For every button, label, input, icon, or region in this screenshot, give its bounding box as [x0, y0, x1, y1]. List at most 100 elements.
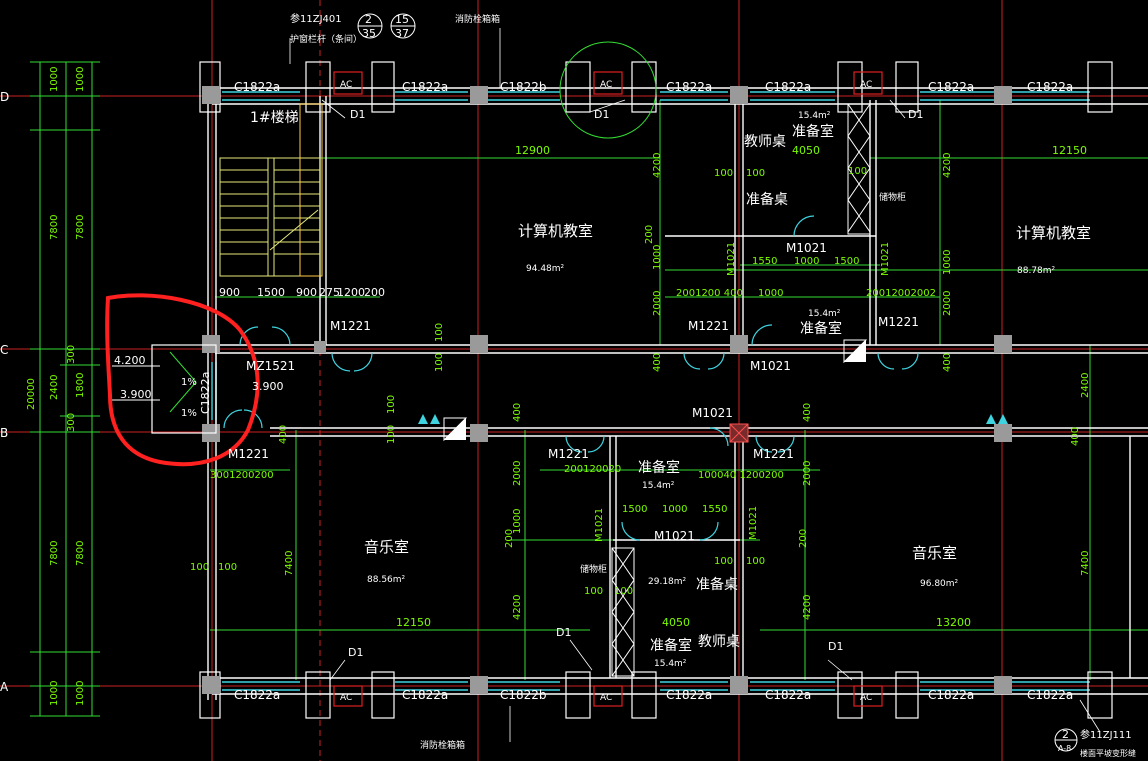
dim-left-1000c: 1000: [49, 681, 60, 706]
dim-4200-top-r: 4200: [942, 153, 953, 178]
window-top-1: C1822a: [234, 80, 280, 94]
room-music2-area: 96.80m²: [920, 579, 959, 589]
dim-left-7800d: 7800: [75, 541, 86, 566]
room-prep-b1-area: 15.4m²: [642, 481, 675, 491]
dim-d200120020: 200120020: [564, 464, 621, 475]
door-m1221-6: M1221: [228, 447, 269, 461]
elev-3900: 3.900: [120, 388, 152, 401]
stair-dim-2: 1500: [257, 286, 285, 299]
room-prep-b3-area: 15.4m²: [654, 659, 687, 669]
dim-left-300-bot: 300: [66, 413, 77, 432]
dim-left-1800: 1800: [75, 373, 86, 398]
dim-1500-a: 1500: [834, 256, 859, 267]
door-m1021-3: M1021: [692, 406, 733, 420]
dim-m1021-vert-d: M1021: [748, 506, 759, 540]
d1-label-1: D1: [350, 108, 365, 121]
highlight-window: C1822a: [199, 372, 212, 414]
dim-left-20000: 20000: [26, 378, 37, 410]
room-comp2-area: 88.78m²: [1017, 266, 1056, 276]
ac-label-2: AC: [600, 80, 612, 90]
door-m1021-1: M1021: [786, 241, 827, 255]
dim-100-b: 100: [848, 166, 867, 177]
dim-12150-top: 12150: [1052, 144, 1087, 157]
slope-2: 1%: [181, 408, 197, 419]
dim-7400-b: 7400: [1080, 551, 1091, 576]
stair-dim-3: 900: [296, 286, 317, 299]
cabinet-top: 储物柜: [879, 191, 906, 203]
dim-200-c: 200: [798, 529, 809, 548]
dim-400-f: 400: [278, 425, 289, 444]
d1-label-4: D1: [348, 646, 363, 659]
dim-left-7800c: 7800: [49, 541, 60, 566]
d1-label-3: D1: [908, 108, 923, 121]
door-m1021-2: M1021: [750, 359, 791, 373]
cabinet-bottom: 储物柜: [580, 563, 607, 575]
dim-400-b: 400: [942, 353, 953, 372]
dim-1550-b: 1550: [702, 504, 727, 515]
stair-dim-6: 200: [364, 286, 385, 299]
axis-d: D: [0, 90, 9, 104]
footer-note: 楼面平坡变形缝: [1080, 748, 1136, 758]
dim-400-c: 400: [512, 403, 523, 422]
dim-left-7800a: 7800: [49, 215, 60, 240]
footer-circle-sub: A-8: [1058, 744, 1071, 753]
dim-1000-b2: 1000: [662, 504, 687, 515]
dim-100-i: 100: [746, 168, 765, 179]
dim-100-g: 100: [584, 586, 603, 597]
axis-c: C: [0, 343, 8, 357]
dim-100-f: 100: [746, 556, 765, 567]
stair-dim-1: 900: [219, 286, 240, 299]
dim-100-vert-c: 100: [434, 323, 445, 342]
window-bot-7: C1822a: [1027, 688, 1073, 702]
ac-label-4: AC: [340, 693, 352, 703]
prep-desk-bottom: 准备桌: [696, 576, 738, 593]
dim-1000-a: 1000: [652, 245, 663, 270]
ac-label-5: AC: [600, 693, 612, 703]
door-m1221-5: M1221: [753, 447, 794, 461]
door-mz1521: MZ1521: [246, 359, 295, 373]
room-prep-b2-area: 29.18m²: [648, 577, 687, 587]
dim-1550-a: 1550: [752, 256, 777, 267]
room-comp1-area: 94.48m²: [526, 264, 565, 274]
dim-2000-a: 2000: [652, 291, 663, 316]
door-m1021-4: M1021: [654, 529, 695, 543]
ref-circle-a-sub: 35: [362, 27, 376, 40]
dim-left-7800b: 7800: [75, 215, 86, 240]
window-top-4: C1822a: [666, 80, 712, 94]
dim-d2001200-a: 2001200 400: [676, 288, 743, 299]
dim-2000-d: 2000: [802, 461, 813, 486]
ref-code-top: 参11ZJ401: [290, 12, 342, 25]
stair-label: 1#楼梯: [250, 110, 299, 126]
window-bot-6: C1822a: [928, 688, 974, 702]
dim-12900: 12900: [515, 144, 550, 157]
door-m1221-2: M1221: [688, 319, 729, 333]
dim-2000-b: 2000: [942, 291, 953, 316]
dim-d100040: 100040 1200200: [698, 470, 784, 481]
room-prep-mid-area: 15.4m²: [808, 309, 841, 319]
d1-label-6: D1: [828, 640, 843, 653]
dim-1000-b: 1000: [942, 250, 953, 275]
dim-100-vert-b: 100: [386, 425, 397, 444]
prep-desk-top: 准备桌: [746, 191, 788, 208]
dim-d2001200-b: 20012002002: [866, 288, 936, 299]
dim-100-a: 100: [714, 168, 733, 179]
slope-1: 1%: [181, 377, 197, 388]
door-m1221-1: M1221: [330, 319, 371, 333]
axis-a: A: [0, 680, 9, 694]
window-bot-3: C1822b: [500, 688, 547, 702]
window-top-7: C1822a: [1027, 80, 1073, 94]
door-m1221-3: M1221: [878, 315, 919, 329]
dim-4200-bot: 4200: [512, 595, 523, 620]
elev-3900-right: 3.900: [252, 380, 284, 393]
dim-100-vert-d: 100: [386, 395, 397, 414]
dim-100-vert-a: 100: [434, 353, 445, 372]
room-music1-name: 音乐室: [364, 538, 409, 556]
ref-circle-b-sub: 37: [395, 27, 409, 40]
dim-100-c: 100: [190, 562, 209, 573]
dim-100-d: 100: [218, 562, 237, 573]
window-top-5: C1822a: [765, 80, 811, 94]
room-prep-b1-name: 准备室: [638, 459, 680, 476]
dim-4050-top: 4050: [792, 144, 820, 157]
dim-left-300-top: 300: [66, 345, 77, 364]
ref-circle-b: 15: [395, 13, 409, 26]
